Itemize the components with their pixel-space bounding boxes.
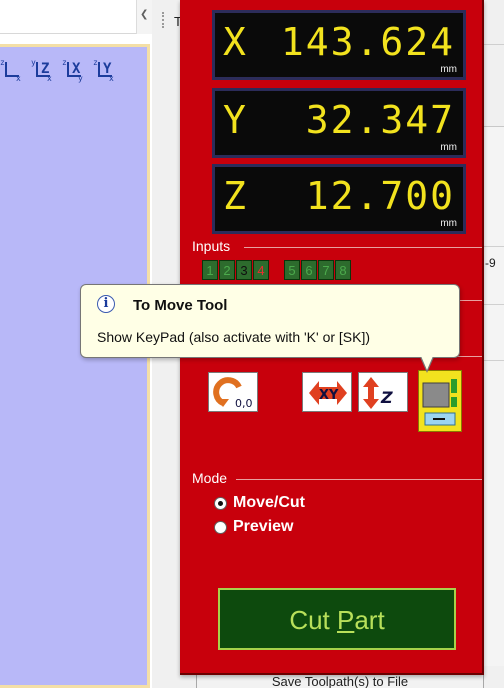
3d-viewport[interactable]: [0, 44, 150, 688]
dro-y[interactable]: Y 32.347 mm: [212, 88, 466, 158]
move-xy-button[interactable]: XY: [302, 372, 352, 412]
right-frame: [484, 126, 504, 666]
radio-unselected-icon: [214, 520, 227, 534]
cut-part-label-accel: P: [337, 605, 355, 635]
move-xy-icon: XY: [309, 381, 347, 405]
tooltip-pointer-fill: [421, 356, 433, 370]
inputs-label: Inputs: [192, 238, 231, 254]
dro-z-value: 12.700: [305, 174, 455, 218]
input-led-1: 1: [202, 260, 218, 280]
tooltip-title: To Move Tool: [133, 297, 228, 314]
view-y-icon[interactable]: z Y x: [93, 58, 119, 86]
left-toolbar-strip: ❮: [0, 0, 152, 34]
input-led-2: 2: [219, 260, 235, 280]
input-led-8: 8: [335, 260, 351, 280]
keypad-icon: [422, 379, 457, 426]
mode-preview-label: Preview: [233, 518, 294, 535]
dro-y-value: 32.347: [305, 98, 455, 142]
chevron-left-icon: ❮: [140, 9, 149, 20]
dro-z-axis: Z: [223, 174, 246, 218]
keypad-tooltip: i To Move Tool Show KeyPad (also activat…: [80, 284, 460, 358]
right-pane-background: -9: [484, 0, 504, 688]
dro-z-unit: mm: [440, 218, 457, 229]
dro-y-unit: mm: [440, 142, 457, 153]
info-icon: i: [97, 295, 115, 313]
radio-selected-icon: [214, 496, 227, 510]
goto-zero-button[interactable]: 0,0: [208, 372, 258, 412]
dro-z[interactable]: Z 12.700 mm: [212, 164, 466, 234]
cut-part-button[interactable]: Cut Part: [218, 588, 456, 650]
dro-y-axis: Y: [223, 98, 246, 142]
mode-move-cut-radio[interactable]: Move/Cut: [214, 494, 305, 512]
dro-x-value: 143.624: [280, 20, 455, 64]
dro-x-axis: X: [223, 20, 246, 64]
move-z-button[interactable]: Z: [358, 372, 408, 412]
dro-x-unit: mm: [440, 64, 457, 75]
right-text-fragment: -9: [485, 256, 496, 270]
cut-part-label-pre: Cut: [289, 605, 337, 635]
left-scroll-button[interactable]: ❮: [136, 0, 152, 34]
view-icons-bar: z x y Z x z X y z Y x: [0, 58, 119, 86]
splitter-grip[interactable]: [162, 12, 164, 28]
svg-text:XY: XY: [319, 388, 339, 403]
mode-preview-radio[interactable]: Preview: [214, 518, 293, 536]
mode-label: Mode: [192, 470, 228, 486]
view-x-icon[interactable]: z X y: [62, 58, 88, 86]
goto-zero-icon: 0,0: [213, 377, 253, 410]
move-z-icon: Z: [363, 377, 393, 409]
input-led-5: 5: [284, 260, 300, 280]
input-led-3: 3: [236, 260, 252, 280]
tooltip-body: Show KeyPad (also activate with 'K' or […: [97, 329, 371, 345]
input-led-7: 7: [318, 260, 334, 280]
svg-text:Z: Z: [380, 388, 393, 407]
cut-part-label-post: art: [354, 605, 385, 635]
dro-x[interactable]: X 143.624 mm: [212, 10, 466, 80]
iso-view-icon[interactable]: z x: [0, 58, 26, 86]
svg-text:0,0: 0,0: [235, 397, 253, 410]
inputs-leds: 1 2 3 4 5 6 7 8: [202, 260, 352, 280]
show-keypad-button[interactable]: [418, 370, 462, 432]
input-led-4: 4: [253, 260, 269, 280]
view-z-icon[interactable]: y Z x: [31, 58, 57, 86]
input-led-6: 6: [301, 260, 317, 280]
mode-move-cut-label: Move/Cut: [233, 494, 305, 511]
